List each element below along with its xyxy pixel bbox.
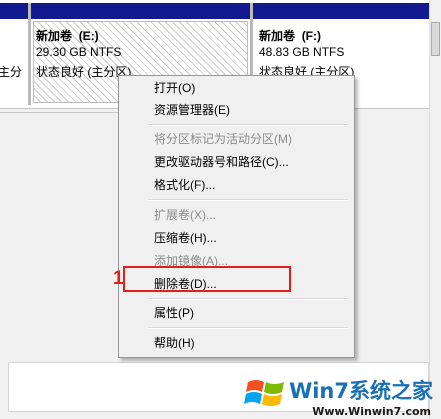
vertical-scrollbar[interactable]	[429, 0, 441, 419]
partition-f-size: 48.83 GB NTFS	[259, 45, 345, 59]
menu-separator	[148, 327, 348, 329]
menu-item-help[interactable]: 帮助(H)	[154, 335, 195, 351]
menu-item-shrink-volume[interactable]: 压缩卷(H)...	[154, 230, 217, 246]
partition-f-name: 新加卷 (F:)	[259, 29, 322, 43]
menu-item-properties[interactable]: 属性(P)	[154, 305, 194, 321]
menu-item-mark-active: 将分区标记为活动分区(M)	[154, 132, 292, 146]
partition-left[interactable]	[0, 19, 28, 105]
annotation-step-number: 1	[113, 268, 124, 289]
watermark-text: Win7系统之家	[289, 379, 433, 403]
partition-left-status: 主分	[0, 65, 23, 79]
menu-separator	[148, 298, 348, 300]
menu-separator	[148, 124, 348, 126]
menu-separator	[148, 199, 348, 201]
partition-bar-e	[31, 3, 250, 19]
menu-item-open[interactable]: 打开(O)	[154, 80, 195, 96]
partition-e-name: 新加卷 (E:)	[36, 29, 99, 43]
pane-divider	[0, 112, 118, 113]
annotation-highlight-box	[123, 266, 291, 292]
partition-bar-left	[0, 3, 28, 19]
menu-item-explorer[interactable]: 资源管理器(E)	[154, 102, 230, 118]
scrollbar-thumb[interactable]	[431, 22, 440, 56]
windows-logo-icon	[244, 380, 284, 406]
watermark-url: Www.Winwin7.com	[312, 405, 431, 418]
context-menu: 打开(O) 资源管理器(E) 将分区标记为活动分区(M) 更改驱动器号和路径(C…	[118, 75, 355, 358]
menu-item-change-drive-letter[interactable]: 更改驱动器号和路径(C)...	[154, 154, 289, 170]
partition-bar-f	[253, 3, 429, 19]
menu-item-format[interactable]: 格式化(F)...	[154, 177, 215, 193]
menu-item-extend-volume: 扩展卷(X)...	[154, 208, 216, 222]
partition-e-size: 29.30 GB NTFS	[36, 45, 122, 59]
